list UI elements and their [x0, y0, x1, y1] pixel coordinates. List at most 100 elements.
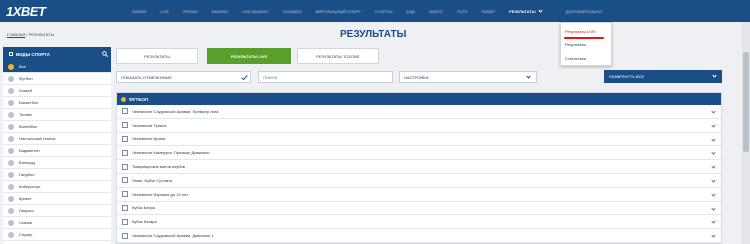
- league-checkbox[interactable]: [122, 204, 128, 211]
- sidebar-item-label: Крикет: [19, 196, 32, 201]
- league-row[interactable]: Кубок Кипра: [117, 202, 721, 216]
- league-name: Оман. Кубок Султана: [132, 177, 172, 183]
- sport-section-title: ФУТБОЛ: [129, 96, 148, 102]
- league-checkbox[interactable]: [122, 177, 128, 184]
- sidebar-item-label: Баскетбол: [19, 100, 39, 105]
- sidebar-item-label: Волейбол: [19, 124, 38, 129]
- nav-item[interactable]: TV-ИГРЫ: [375, 9, 392, 14]
- nav-item-results[interactable]: РЕЗУЛЬТАТЫ: [509, 7, 543, 14]
- league-row[interactable]: Чемпионат Камеруна. Премьер Дивизион: [117, 146, 721, 161]
- expand-all-button[interactable]: РАЗВЕРНУТЬ ВСЕ: [604, 70, 722, 83]
- nav-item[interactable]: LIVE-КАЗИНО: [242, 9, 268, 14]
- league-row[interactable]: Чемпионат Саудовской Аравии. Дивизион 1: [117, 229, 721, 243]
- breadcrumb-home[interactable]: ГЛАВНАЯ: [7, 32, 25, 37]
- sidebar-item-label: Футбол: [19, 76, 33, 81]
- sidebar-item-volleyball[interactable]: Волейбол: [3, 121, 111, 133]
- league-checkbox[interactable]: [122, 149, 128, 156]
- volleyball-icon: [8, 123, 14, 130]
- sidebar-item-tennis[interactable]: Теннис: [3, 109, 111, 121]
- page-scrollbar[interactable]: [742, 22, 750, 244]
- sidebar-title: ВИДЫ СПОРТА: [16, 51, 50, 57]
- nav-item[interactable]: ЕЩЁ: [406, 9, 415, 14]
- nav-item[interactable]: 1XGAMES: [282, 9, 301, 14]
- sidebar-item-hockey[interactable]: Хоккей: [3, 85, 111, 97]
- league-checkbox[interactable]: [122, 122, 128, 129]
- league-checkbox[interactable]: [122, 218, 128, 225]
- nav-item[interactable]: ЛИНИЯ: [132, 9, 146, 14]
- menu-item-statistics[interactable]: Статистика: [565, 56, 586, 61]
- settings-select[interactable]: НАСТРОЙКИ: [399, 71, 537, 83]
- basketball-icon: [8, 99, 14, 106]
- expand-all-label: РАЗВЕРНУТЬ ВСЕ: [609, 74, 645, 79]
- horse-racing-icon: [8, 219, 14, 226]
- sidebar-item-basketball[interactable]: Баскетбол: [3, 97, 111, 109]
- tab-results-tozone[interactable]: РЕЗУЛЬТАТЫ TOZONE: [297, 48, 379, 64]
- show-marked-filter[interactable]: ПОКАЗАТЬ ОТМЕЧЕННЫЕ: [116, 71, 251, 83]
- league-name: Кубок Катара: [132, 219, 157, 225]
- chevron-down-icon: [526, 74, 531, 79]
- nav-item[interactable]: БИНГО: [429, 9, 442, 14]
- sidebar-item-table-tennis[interactable]: Настольный теннис: [3, 133, 111, 145]
- nav-item[interactable]: ПРОМО: [183, 9, 198, 14]
- league-checkbox[interactable]: [122, 232, 128, 239]
- football-icon: [121, 96, 126, 102]
- nav-item[interactable]: ТОТО: [457, 9, 468, 14]
- league-name: Товарищеские матчи клубов: [132, 164, 185, 170]
- sport-icon: [8, 63, 14, 70]
- sidebar-item-football[interactable]: Футбол: [3, 73, 111, 85]
- sidebar-item-snooker[interactable]: Снукер: [3, 229, 111, 241]
- checkmark-icon: [241, 73, 248, 81]
- league-row[interactable]: Чемпионат Ирана: [117, 133, 721, 147]
- results-dropdown-menu: Результаты LIVE Результаты Статистика: [560, 22, 612, 66]
- sidebar-item-label: Киберспорт: [19, 184, 41, 189]
- sidebar-item-handball[interactable]: Гандбол: [3, 169, 111, 181]
- highlight-underline: [564, 37, 604, 39]
- search-icon[interactable]: [102, 51, 108, 57]
- sidebar-item-cricket[interactable]: Крикет: [3, 193, 111, 205]
- sidebar-item-badminton[interactable]: Бадминтон: [3, 145, 111, 157]
- league-checkbox[interactable]: [122, 135, 128, 142]
- sports-sidebar: ВИДЫ СПОРТА Все Футбол Хоккей Баскетбол …: [3, 47, 111, 244]
- scrollbar-thumb[interactable]: [743, 52, 749, 152]
- sidebar-item-lacrosse[interactable]: Лакросс: [3, 205, 111, 217]
- lacrosse-icon: [8, 207, 14, 214]
- nav-results-label: РЕЗУЛЬТАТЫ: [509, 8, 536, 14]
- tab-results-live[interactable]: РЕЗУЛЬТАТЫ LIVE: [207, 48, 291, 64]
- sidebar-item-all[interactable]: Все: [3, 61, 111, 73]
- nav-item[interactable]: ВИРТУАЛЬНЫЙ СПОРТ: [316, 9, 361, 14]
- chevron-down-icon: [711, 164, 716, 169]
- nav-item[interactable]: КАЗИНО: [212, 9, 228, 14]
- sidebar-item-label: Настольный теннис: [19, 136, 56, 141]
- search-input[interactable]: ПОИСК: [258, 71, 393, 83]
- menu-item-results-live[interactable]: Результаты LIVE: [565, 29, 596, 34]
- sidebar-item-billiards[interactable]: Бильярд: [3, 157, 111, 169]
- settings-label: НАСТРОЙКИ: [404, 74, 429, 80]
- league-name: Чемпионат Ирана: [132, 136, 166, 142]
- nav-item[interactable]: ПОКЕР: [481, 9, 495, 14]
- league-row[interactable]: Оман. Кубок Султана: [117, 174, 721, 188]
- league-name: Чемпионат Саудовской Аравии. Дивизион 1: [132, 233, 214, 239]
- sidebar-item-horse-racing[interactable]: Скачки: [3, 217, 111, 229]
- league-row[interactable]: Чемпионат Туниса: [117, 119, 721, 133]
- chevron-down-icon: [711, 109, 716, 114]
- chevron-down-icon: [711, 123, 716, 128]
- tab-results[interactable]: РЕЗУЛЬТАТЫ: [116, 48, 198, 64]
- menu-item-results[interactable]: Результаты: [565, 42, 586, 47]
- league-row[interactable]: Чемпионат Саудовской Аравии. Премьер лиг…: [117, 105, 721, 119]
- league-checkbox[interactable]: [122, 191, 128, 198]
- league-row[interactable]: Кубок Катара: [117, 215, 721, 230]
- league-row[interactable]: Товарищеские матчи клубов: [117, 160, 721, 174]
- chevron-down-icon: [711, 178, 716, 183]
- league-checkbox[interactable]: [122, 108, 128, 115]
- sidebar-item-label: Бадминтон: [19, 148, 40, 153]
- league-checkbox[interactable]: [122, 163, 128, 170]
- nav-item-more[interactable]: ДОПОЛНИТЕЛЬНО: [566, 9, 603, 14]
- league-name: Кубок Кипра: [132, 205, 155, 211]
- sidebar-item-esports[interactable]: Киберспорт: [3, 181, 111, 193]
- sport-section-header[interactable]: ФУТБОЛ: [117, 93, 721, 105]
- league-row[interactable]: Чемпионат Израиля до 19 лет: [117, 188, 721, 202]
- chevron-down-icon: [712, 73, 717, 78]
- football-icon: [8, 75, 14, 82]
- nav-item[interactable]: LIVE: [160, 9, 169, 14]
- site-logo[interactable]: 1XBET: [6, 4, 46, 19]
